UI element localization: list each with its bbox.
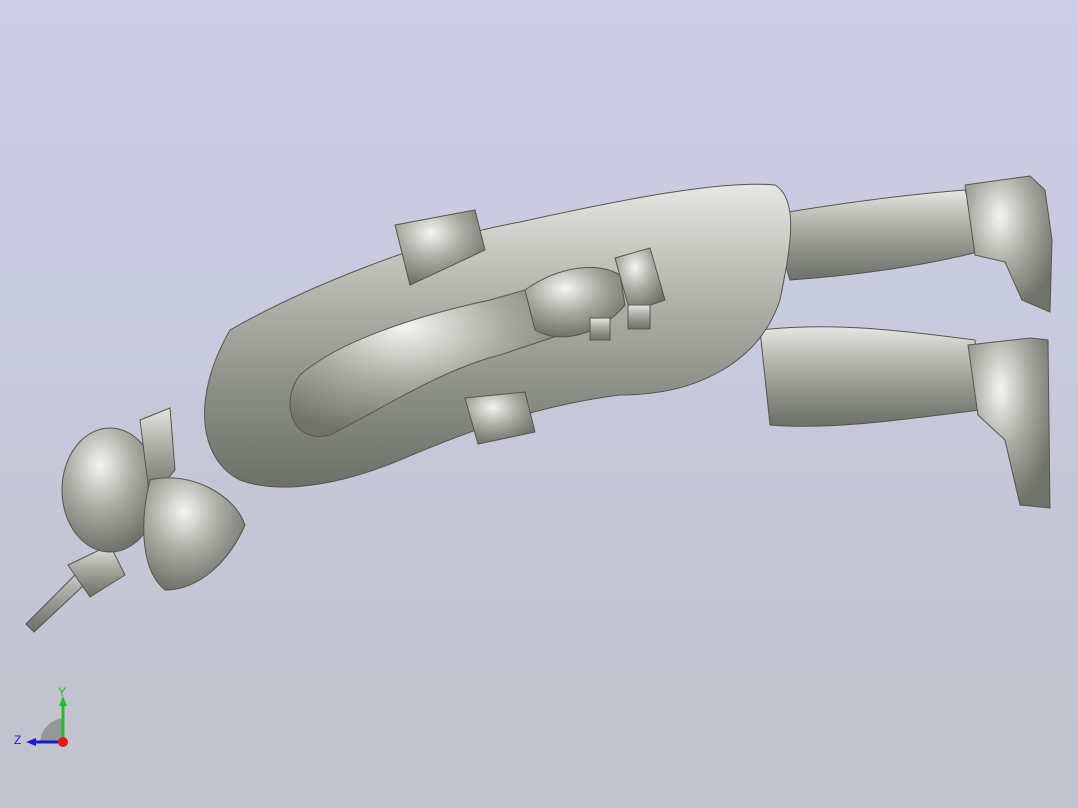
x-axis-icon <box>58 737 68 747</box>
y-axis-label: Y <box>58 685 66 699</box>
orientation-triad: Y Z <box>14 685 68 747</box>
soldier-3d-model[interactable] <box>0 0 1078 808</box>
upper-leg <box>769 175 1053 313</box>
z-axis-label: Z <box>14 733 21 747</box>
lower-leg <box>759 326 1051 509</box>
3d-viewport[interactable]: Y Z <box>0 0 1078 808</box>
rifle <box>25 544 126 633</box>
